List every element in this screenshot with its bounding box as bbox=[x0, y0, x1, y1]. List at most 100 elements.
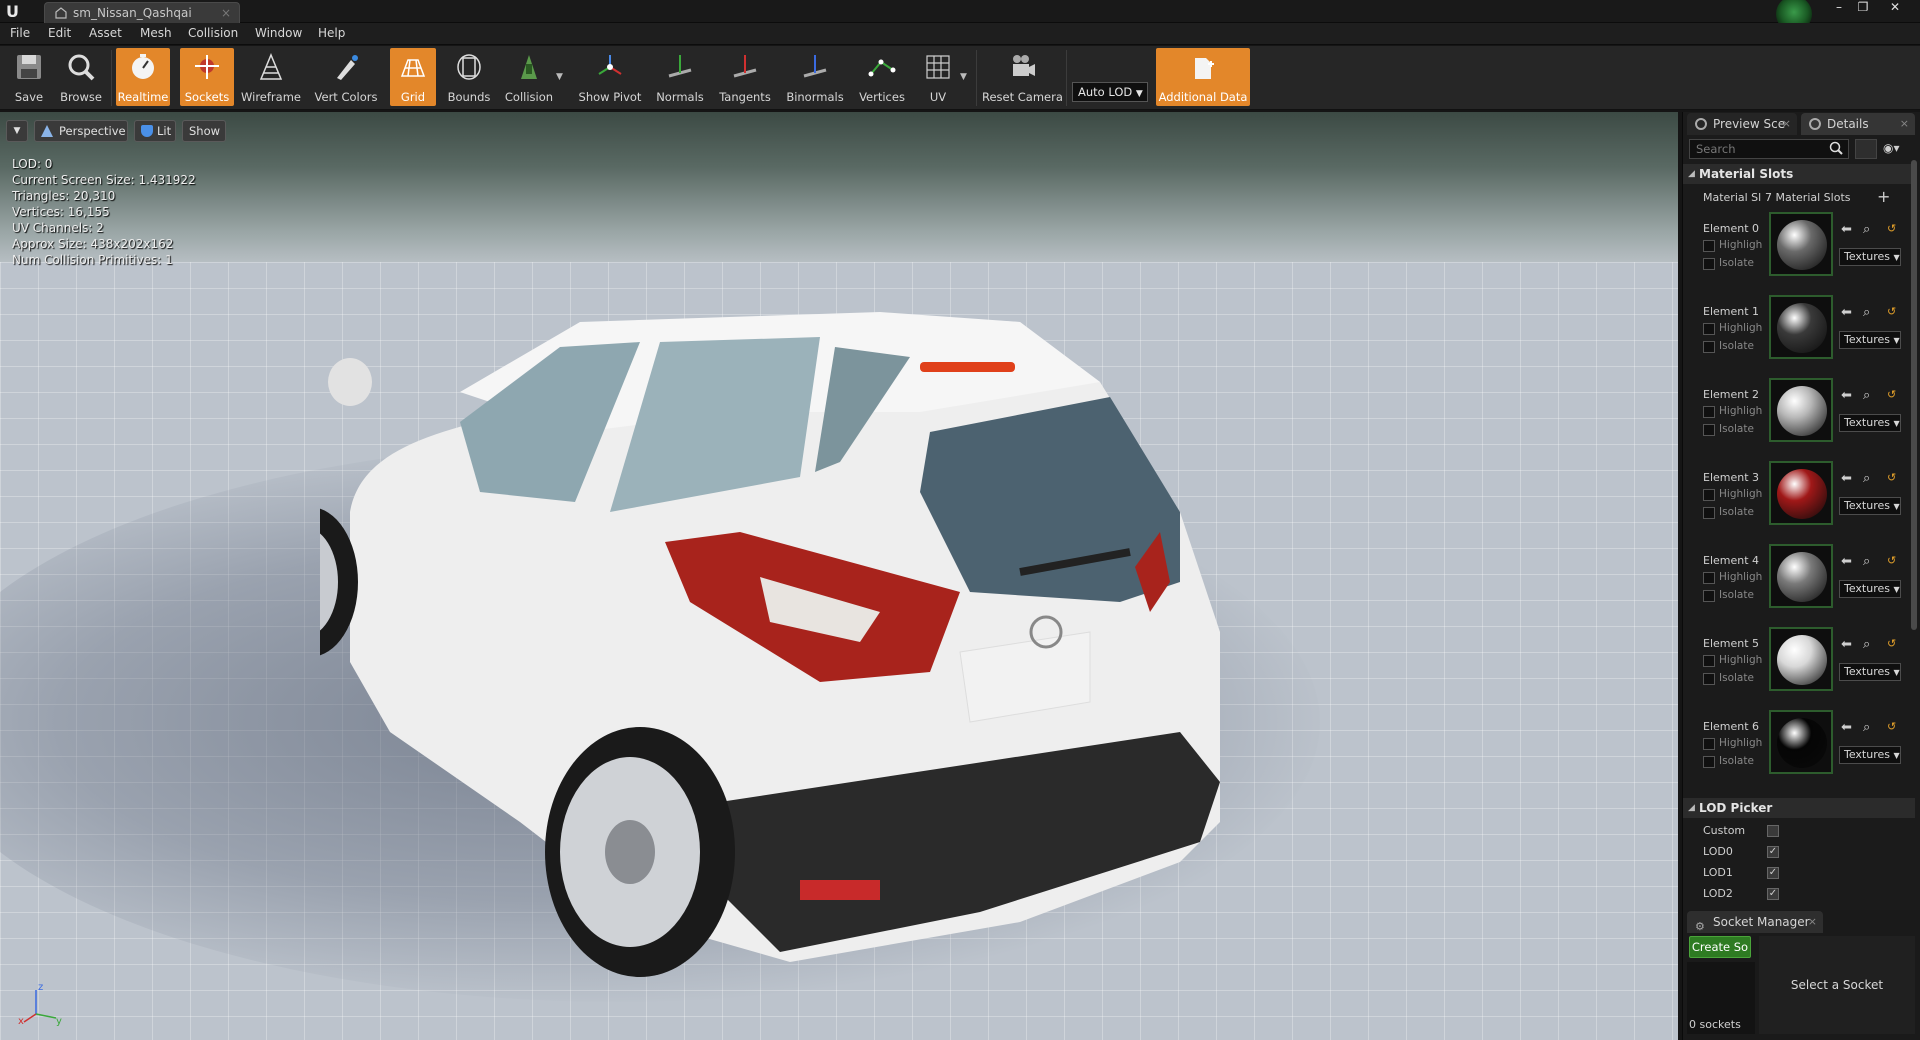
lod-checkbox[interactable]: ✓ bbox=[1767, 846, 1779, 858]
reset-to-default-icon[interactable]: ↺ bbox=[1887, 305, 1896, 318]
lod-checkbox[interactable]: ✓ bbox=[1767, 867, 1779, 879]
lod-checkbox[interactable]: ✓ bbox=[1767, 888, 1779, 900]
browse-asset-icon[interactable]: ⌕ bbox=[1863, 637, 1870, 652]
lit-button[interactable]: Lit bbox=[134, 120, 176, 142]
perspective-button[interactable]: Perspective bbox=[34, 120, 128, 142]
material-slots-header[interactable]: ◢ Material Slots bbox=[1683, 164, 1915, 184]
view-options-icon[interactable] bbox=[1855, 139, 1877, 159]
menu-asset[interactable]: Asset bbox=[89, 26, 122, 40]
use-selected-asset-icon[interactable]: ⬅ bbox=[1841, 720, 1852, 735]
details-scrollbar[interactable] bbox=[1911, 160, 1917, 630]
use-selected-asset-icon[interactable]: ⬅ bbox=[1841, 388, 1852, 403]
material-thumbnail[interactable] bbox=[1769, 295, 1833, 359]
isolate-checkbox[interactable] bbox=[1703, 673, 1715, 685]
isolate-checkbox[interactable] bbox=[1703, 756, 1715, 768]
details-search-input[interactable]: Search bbox=[1689, 139, 1849, 159]
tab-details[interactable]: Details × bbox=[1801, 113, 1915, 135]
car-mesh-preview[interactable] bbox=[320, 262, 1440, 1022]
create-socket-button[interactable]: Create So bbox=[1689, 936, 1751, 958]
browse-asset-icon[interactable]: ⌕ bbox=[1863, 720, 1870, 735]
reset-to-default-icon[interactable]: ↺ bbox=[1887, 388, 1896, 401]
tab-close-icon[interactable]: × bbox=[1900, 113, 1909, 135]
browse-asset-icon[interactable]: ⌕ bbox=[1863, 222, 1870, 237]
highlight-checkbox[interactable] bbox=[1703, 738, 1715, 750]
isolate-checkbox[interactable] bbox=[1703, 341, 1715, 353]
material-thumbnail[interactable] bbox=[1769, 212, 1833, 276]
close-icon[interactable]: ✕ bbox=[1884, 0, 1906, 16]
tab-preview-scene[interactable]: Preview Sce × bbox=[1687, 113, 1797, 135]
textures-dropdown[interactable]: Textures ▼ bbox=[1839, 414, 1901, 432]
use-selected-asset-icon[interactable]: ⬅ bbox=[1841, 637, 1852, 652]
grid-button[interactable]: Grid bbox=[390, 48, 436, 106]
sockets-button[interactable]: Sockets bbox=[180, 48, 234, 106]
textures-dropdown[interactable]: Textures ▼ bbox=[1839, 746, 1901, 764]
tab-close-icon[interactable]: × bbox=[1808, 911, 1817, 933]
isolate-checkbox[interactable] bbox=[1703, 258, 1715, 270]
realtime-button[interactable]: Realtime bbox=[116, 48, 170, 106]
use-selected-asset-icon[interactable]: ⬅ bbox=[1841, 305, 1852, 320]
reset-to-default-icon[interactable]: ↺ bbox=[1887, 554, 1896, 567]
viewport-options-dropdown[interactable]: ▼ bbox=[6, 120, 28, 142]
material-thumbnail[interactable] bbox=[1769, 461, 1833, 525]
bounds-button[interactable]: Bounds bbox=[444, 48, 494, 106]
reset-to-default-icon[interactable]: ↺ bbox=[1887, 637, 1896, 650]
collision-dropdown-icon[interactable]: ▼ bbox=[556, 72, 563, 82]
textures-dropdown[interactable]: Textures ▼ bbox=[1839, 248, 1901, 266]
browse-asset-icon[interactable]: ⌕ bbox=[1863, 471, 1870, 486]
textures-dropdown[interactable]: Textures ▼ bbox=[1839, 331, 1901, 349]
browse-asset-icon[interactable]: ⌕ bbox=[1863, 388, 1870, 403]
vert-colors-button[interactable]: Vert Colors bbox=[308, 48, 384, 106]
isolate-checkbox[interactable] bbox=[1703, 424, 1715, 436]
eye-icon[interactable]: ◉▾ bbox=[1883, 141, 1900, 155]
highlight-checkbox[interactable] bbox=[1703, 323, 1715, 335]
material-thumbnail[interactable] bbox=[1769, 378, 1833, 442]
material-thumbnail[interactable] bbox=[1769, 627, 1833, 691]
viewport[interactable]: ▼ Perspective Lit Show LOD: 0 Current Sc… bbox=[0, 112, 1678, 1040]
uv-button[interactable]: UV bbox=[914, 48, 962, 106]
tab-socket-manager[interactable]: ⚙ Socket Manager × bbox=[1687, 911, 1823, 933]
textures-dropdown[interactable]: Textures ▼ bbox=[1839, 663, 1901, 681]
highlight-checkbox[interactable] bbox=[1703, 240, 1715, 252]
document-tab[interactable]: sm_Nissan_Qashqai × bbox=[44, 2, 240, 23]
use-selected-asset-icon[interactable]: ⬅ bbox=[1841, 222, 1852, 237]
reset-to-default-icon[interactable]: ↺ bbox=[1887, 720, 1896, 733]
reset-to-default-icon[interactable]: ↺ bbox=[1887, 222, 1896, 235]
reset-camera-button[interactable]: Reset Camera bbox=[982, 48, 1063, 106]
material-thumbnail[interactable] bbox=[1769, 544, 1833, 608]
menu-edit[interactable]: Edit bbox=[48, 26, 71, 40]
textures-dropdown[interactable]: Textures ▼ bbox=[1839, 580, 1901, 598]
minimize-icon[interactable]: – bbox=[1828, 0, 1850, 16]
lod-select[interactable]: Auto LOD ▼ bbox=[1072, 82, 1148, 102]
add-material-slot-icon[interactable]: + bbox=[1877, 187, 1890, 206]
lod-checkbox[interactable] bbox=[1767, 825, 1779, 837]
isolate-checkbox[interactable] bbox=[1703, 590, 1715, 602]
show-pivot-button[interactable]: Show Pivot bbox=[576, 48, 644, 106]
save-button[interactable]: Save bbox=[4, 48, 54, 106]
menu-mesh[interactable]: Mesh bbox=[140, 26, 172, 40]
unreal-logo-icon[interactable]: U bbox=[6, 2, 26, 21]
menu-file[interactable]: File bbox=[10, 26, 30, 40]
menu-help[interactable]: Help bbox=[318, 26, 345, 40]
normals-button[interactable]: Normals bbox=[652, 48, 708, 106]
restore-icon[interactable]: ❐ bbox=[1852, 0, 1874, 16]
use-selected-asset-icon[interactable]: ⬅ bbox=[1841, 554, 1852, 569]
menu-collision[interactable]: Collision bbox=[188, 26, 238, 40]
tangents-button[interactable]: Tangents bbox=[714, 48, 776, 106]
textures-dropdown[interactable]: Textures ▼ bbox=[1839, 497, 1901, 515]
vertices-button[interactable]: Vertices bbox=[854, 48, 910, 106]
highlight-checkbox[interactable] bbox=[1703, 489, 1715, 501]
highlight-checkbox[interactable] bbox=[1703, 406, 1715, 418]
show-button[interactable]: Show bbox=[182, 120, 226, 142]
uv-dropdown-icon[interactable]: ▼ bbox=[960, 72, 967, 82]
wireframe-button[interactable]: Wireframe bbox=[240, 48, 302, 106]
material-thumbnail[interactable] bbox=[1769, 710, 1833, 774]
lod-picker-header[interactable]: ◢ LOD Picker bbox=[1683, 798, 1915, 818]
menu-window[interactable]: Window bbox=[255, 26, 302, 40]
browse-asset-icon[interactable]: ⌕ bbox=[1863, 554, 1870, 569]
tab-close-icon[interactable]: × bbox=[221, 3, 231, 23]
tab-close-icon[interactable]: × bbox=[1782, 113, 1791, 135]
highlight-checkbox[interactable] bbox=[1703, 655, 1715, 667]
use-selected-asset-icon[interactable]: ⬅ bbox=[1841, 471, 1852, 486]
isolate-checkbox[interactable] bbox=[1703, 507, 1715, 519]
browse-asset-icon[interactable]: ⌕ bbox=[1863, 305, 1870, 320]
